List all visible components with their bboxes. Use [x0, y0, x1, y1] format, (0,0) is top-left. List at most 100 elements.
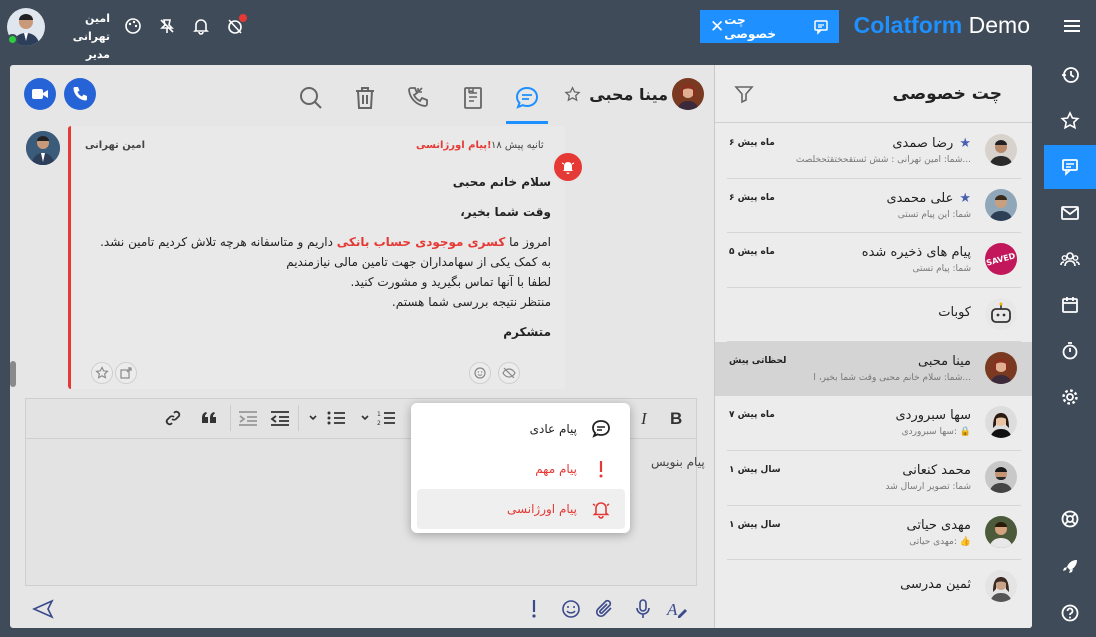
video-icon	[31, 87, 49, 101]
menu-item-important[interactable]: پیام مهم	[417, 449, 625, 489]
conversation-preview: شما: پیام تستی	[912, 264, 971, 274]
timer-off-icon[interactable]	[226, 14, 247, 35]
message-body: سلام خانم محبی وقت شما بخیر، امروز ما کس…	[91, 172, 551, 342]
attachment-icon[interactable]	[594, 598, 616, 620]
divider	[298, 405, 299, 431]
pin-off-icon[interactable]	[158, 17, 176, 35]
timer-icon	[1060, 341, 1080, 361]
rocket-icon	[1060, 557, 1080, 577]
messages-icon[interactable]	[506, 85, 548, 124]
chat-icon	[1060, 157, 1080, 177]
option-label: پیام عادی	[529, 422, 577, 436]
conversation-preview: مهدی حیاتی: 👍	[909, 537, 971, 547]
menu-item-normal[interactable]: پیام عادی	[417, 409, 625, 449]
list-item[interactable]: SAVED پیام های ذخیره شده شما: پیام تستی …	[715, 233, 1032, 287]
nav-settings[interactable]	[1044, 375, 1096, 419]
video-call-button[interactable]	[24, 78, 56, 110]
conversation-time: ۶ ماه پیش	[729, 138, 775, 148]
brand-logo: Colatform Demo	[853, 12, 1030, 38]
message-bubble[interactable]: امین تهرانی ۱۸ ثانیه پیش پیام اورژانسی! …	[68, 126, 565, 389]
history-icon	[1060, 65, 1080, 85]
list-item[interactable]: رضا صمدی ★ شما: امین تهرانی : شش ثستقحختق…	[715, 124, 1032, 178]
avatar[interactable]	[672, 78, 704, 110]
palette-icon[interactable]	[124, 17, 142, 35]
menu-item-urgent[interactable]: پیام اورژانسی	[417, 489, 625, 529]
conversation-time: ۱ سال پیش	[729, 520, 781, 530]
users-icon	[1060, 249, 1080, 269]
chat-header: مینا محبی	[10, 65, 714, 124]
favorite-star-icon[interactable]	[564, 86, 581, 103]
close-icon[interactable]: ✕	[710, 17, 724, 37]
nav-users[interactable]	[1044, 237, 1096, 281]
microphone-icon[interactable]	[634, 598, 652, 620]
trash-icon[interactable]	[352, 85, 378, 111]
message-line: امروز ما کسری موجودی حساب بانکی داریم و …	[100, 235, 551, 249]
star-icon: ★	[959, 136, 971, 151]
list-item[interactable]: ثمین مدرسی	[715, 560, 1032, 614]
chat-icon	[813, 19, 829, 35]
voice-call-button[interactable]	[64, 78, 96, 110]
send-icon[interactable]	[32, 598, 54, 620]
list-item[interactable]: کوبات	[715, 288, 1032, 342]
filter-icon[interactable]	[733, 83, 755, 105]
list-item[interactable]: سها سبروردی سها سبروردی: 🔒 ۷ ماه پیش	[715, 396, 1032, 450]
chevron-down-icon[interactable]	[308, 409, 318, 427]
list-item[interactable]: علی محمدی ★ شما: این پیام تستی ۶ ماه پیش	[715, 179, 1032, 233]
hide-icon[interactable]	[498, 362, 520, 384]
message-sender: امین تهرانی	[84, 140, 145, 151]
svg-text:A: A	[666, 600, 678, 619]
private-chat-chip[interactable]: ✕ چت خصوصی	[700, 10, 839, 43]
saved-badge: SAVED	[985, 243, 1017, 275]
nav-timer[interactable]	[1044, 329, 1096, 373]
nav-favorites[interactable]	[1044, 99, 1096, 143]
forward-icon[interactable]	[115, 362, 137, 384]
avatar	[985, 570, 1017, 602]
link-icon[interactable]	[164, 409, 182, 427]
nav-chat[interactable]	[1044, 145, 1096, 189]
online-indicator	[7, 34, 18, 45]
nav-history[interactable]	[1044, 53, 1096, 97]
text-format-icon[interactable]: A	[666, 598, 688, 620]
star-icon: ★	[959, 191, 971, 206]
italic-icon[interactable]: I	[638, 409, 652, 427]
conversation-preview: شما: تصویر ارسال شد	[885, 482, 971, 492]
message-input-placeholder[interactable]: پیام بنویس	[651, 455, 705, 469]
list-item[interactable]: محمد کنعانی شما: تصویر ارسال شد ۱ سال پی…	[715, 451, 1032, 505]
quote-icon[interactable]	[200, 409, 218, 427]
bold-icon[interactable]: B	[668, 409, 684, 427]
phone-icon	[72, 86, 88, 102]
message-signoff: متشکرم	[503, 325, 551, 339]
nav-mail[interactable]	[1044, 191, 1096, 235]
chevron-down-icon[interactable]	[360, 409, 370, 427]
nav-help[interactable]	[1044, 591, 1096, 635]
call-log-icon[interactable]	[406, 85, 432, 111]
search-icon[interactable]	[298, 85, 324, 111]
emoji-icon[interactable]	[560, 598, 582, 620]
chip-label: چت خصوصی	[724, 12, 776, 41]
priority-icon[interactable]	[528, 598, 540, 620]
notes-icon[interactable]	[460, 85, 486, 111]
nav-calendar[interactable]	[1044, 283, 1096, 327]
scrollbar[interactable]	[10, 361, 16, 387]
list-item[interactable]: مینا محبی شما: سلام خانم محبی وقت شما بخ…	[715, 342, 1032, 396]
avatar	[985, 461, 1017, 493]
nav-rocket[interactable]	[1044, 545, 1096, 589]
list-item[interactable]: مهدی حیاتی مهدی حیاتی: 👍 ۱ سال پیش	[715, 506, 1032, 560]
ordered-list-icon[interactable]: 12	[376, 409, 396, 427]
nav-support[interactable]	[1044, 497, 1096, 541]
urgent-bell-icon	[552, 151, 584, 183]
help-icon	[1060, 603, 1080, 623]
conversation-name: علی محمدی ★	[886, 191, 971, 206]
outdent-icon[interactable]	[238, 409, 258, 427]
star-icon[interactable]	[91, 362, 113, 384]
menu-icon[interactable]	[1062, 16, 1082, 36]
contact-name: مینا محبی	[564, 85, 668, 104]
avatar[interactable]	[26, 131, 60, 165]
indent-icon[interactable]	[270, 409, 290, 427]
add-reaction-icon[interactable]	[469, 362, 491, 384]
main-panel: چت خصوصی رضا صمدی ★ شما: امین تهرانی : شش…	[10, 65, 1032, 628]
bell-icon[interactable]	[192, 17, 210, 35]
bullet-list-icon[interactable]	[326, 409, 346, 427]
message-greeting: سلام خانم محبی	[452, 175, 551, 189]
conversation-name: رضا صمدی ★	[892, 136, 971, 151]
